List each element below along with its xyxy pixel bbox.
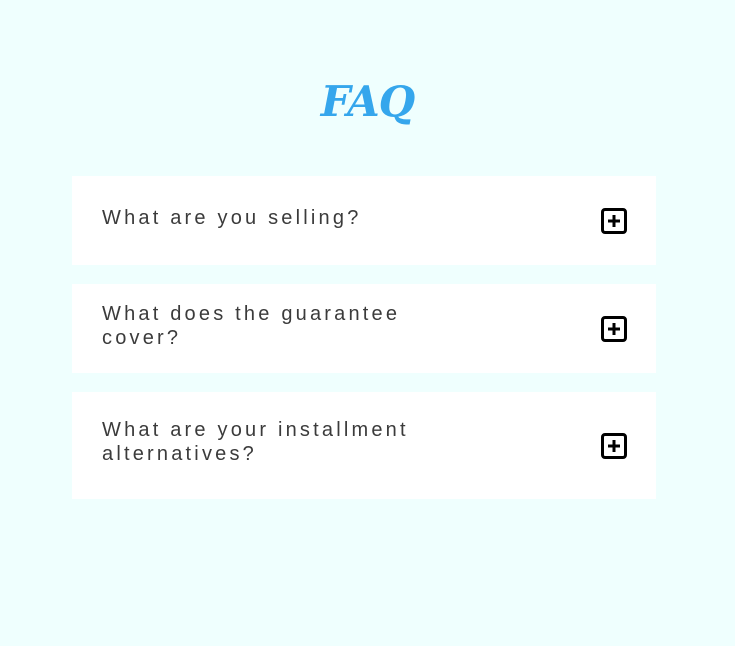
faq-item[interactable]: What are you selling? — [72, 176, 656, 265]
faq-item[interactable]: What are your installment alternatives? — [72, 392, 656, 499]
plus-square-icon[interactable] — [600, 315, 628, 343]
plus-square-icon[interactable] — [600, 207, 628, 235]
faq-question: What are your installment alternatives? — [102, 418, 409, 465]
faq-item[interactable]: What does the guarantee cover? — [72, 284, 656, 373]
page-title: FAQ — [320, 77, 416, 126]
faq-list: What are you selling? What does the guar… — [72, 176, 656, 518]
faq-question: What does the guarantee cover? — [102, 302, 401, 349]
faq-question: What are you selling? — [102, 206, 362, 229]
plus-square-icon[interactable] — [600, 432, 628, 460]
